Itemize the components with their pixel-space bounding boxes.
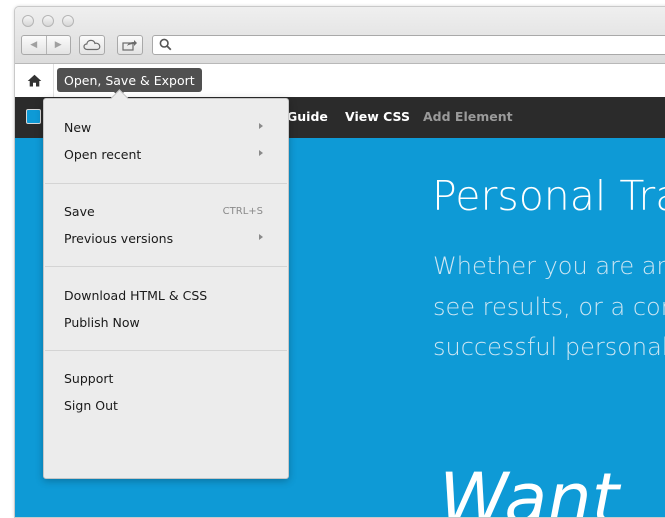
forward-button[interactable]: ▶ — [45, 36, 71, 54]
menu-item-label: Open recent — [64, 146, 142, 162]
submenu-arrow-icon — [259, 150, 263, 156]
menu-item-label: New — [64, 119, 92, 135]
hero-text-line: see results, or a com — [433, 293, 665, 321]
minimize-window-button[interactable] — [42, 15, 54, 27]
menu-item-label: Publish Now — [64, 314, 140, 330]
menu-item-label: Download HTML & CSS — [64, 287, 208, 303]
menu-item-label: Save — [64, 203, 95, 219]
hero-big-heading: Want — [439, 458, 620, 517]
submenu-arrow-icon — [259, 234, 263, 240]
hero-text-line: Whether you are an — [433, 252, 665, 280]
cloud-icon — [83, 39, 101, 51]
menu-item-publish-now[interactable]: Publish Now — [44, 311, 288, 333]
address-bar[interactable] — [152, 35, 665, 55]
back-arrow-icon: ◀ — [30, 40, 38, 50]
submenu-arrow-icon — [259, 123, 263, 129]
nav-guide-link[interactable]: Guide — [287, 109, 328, 124]
forward-arrow-icon: ▶ — [54, 40, 62, 50]
menu-divider — [45, 183, 287, 184]
menu-item-save[interactable]: Save CTRL+S — [44, 200, 288, 222]
editor-toolbar: Open, Save & Export — [15, 64, 665, 98]
menu-item-sign-out[interactable]: Sign Out — [44, 394, 288, 416]
zoom-window-button[interactable] — [62, 15, 74, 27]
hero-title: Personal Tra — [432, 172, 665, 220]
home-icon — [27, 74, 41, 87]
history-nav: ◀ ▶ — [21, 35, 71, 55]
back-button[interactable]: ◀ — [22, 36, 46, 54]
close-window-button[interactable] — [22, 15, 34, 27]
open-save-export-tooltip: Open, Save & Export — [57, 68, 202, 97]
color-swatch[interactable] — [26, 109, 41, 124]
menu-divider — [45, 350, 287, 351]
browser-titlebar: ◀ ▶ — [15, 7, 665, 64]
nav-add-element-link[interactable]: Add Element — [423, 109, 513, 124]
open-save-export-menu: New Open recent Save CTRL+S Previous ver… — [43, 98, 289, 479]
menu-item-open-recent[interactable]: Open recent — [44, 143, 288, 165]
share-button[interactable] — [117, 35, 143, 55]
share-icon — [122, 40, 137, 51]
shortcut-label: CTRL+S — [222, 205, 263, 217]
menu-item-support[interactable]: Support — [44, 367, 288, 389]
menu-item-new[interactable]: New — [44, 116, 288, 138]
menu-item-label: Support — [64, 370, 114, 386]
nav-view-css-link[interactable]: View CSS — [345, 109, 410, 124]
icloud-button[interactable] — [79, 35, 105, 55]
home-button[interactable] — [15, 64, 54, 97]
search-icon — [159, 38, 172, 51]
menu-item-download-html-css[interactable]: Download HTML & CSS — [44, 284, 288, 306]
menu-divider — [45, 266, 287, 267]
menu-item-label: Previous versions — [64, 230, 174, 246]
menu-item-label: Sign Out — [64, 397, 118, 413]
hero-text-line: successful personal — [433, 333, 665, 361]
menu-item-previous-versions[interactable]: Previous versions — [44, 227, 288, 249]
